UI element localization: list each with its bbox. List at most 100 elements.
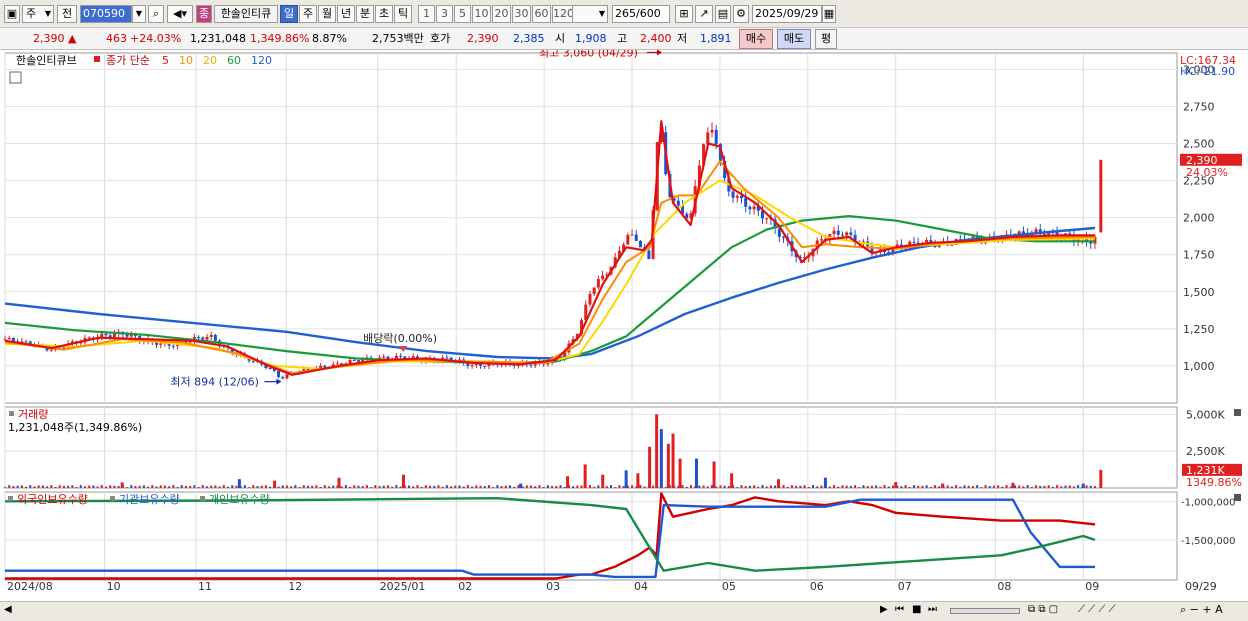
volume-bar <box>201 485 204 488</box>
volume-bar <box>854 485 857 488</box>
candle-body <box>748 206 752 210</box>
stop-icon[interactable]: ■ <box>912 604 921 615</box>
volume-spike <box>666 443 670 488</box>
layout-icon[interactable]: ⧉ ⧉ ▢ <box>1028 604 1058 615</box>
period-2-button[interactable]: 월 <box>318 5 336 23</box>
scroll-left-icon[interactable]: ◀ <box>4 604 12 615</box>
volume-bar <box>420 486 423 488</box>
gear-icon[interactable]: ⚙ <box>733 5 749 23</box>
sell-button[interactable]: 매도 <box>777 29 811 49</box>
buy-button[interactable]: 매수 <box>739 29 773 49</box>
chart-type-icon[interactable]: ⊞ <box>675 5 693 23</box>
first-icon[interactable]: ⏮ <box>895 604 904 615</box>
interval-5-button[interactable]: 30 <box>512 5 531 23</box>
count-field[interactable]: 265/600 <box>612 5 670 23</box>
volume-bar <box>803 485 806 488</box>
holding-tick-label: -1,500,000 <box>1181 536 1236 547</box>
candle-body <box>706 132 710 145</box>
date-field[interactable]: 2025/09/29 <box>752 5 822 23</box>
volume-bar <box>323 485 326 488</box>
legend-item-5: 5 <box>162 54 169 67</box>
volume-bar <box>1005 485 1008 488</box>
interval-0-button[interactable]: 1 <box>418 5 435 23</box>
volume-bar <box>841 485 844 488</box>
volume-bar <box>408 485 411 488</box>
x-axis-label: 12 <box>288 580 302 593</box>
volume-bar <box>1051 486 1054 488</box>
volume-bar <box>997 485 1000 488</box>
period-1-button[interactable]: 주 <box>299 5 317 23</box>
low-annotation: 최저 894 (12/06) <box>170 376 259 389</box>
volume-value-label: 1,231,048주(1,349.86%) <box>8 421 142 434</box>
market-select[interactable]: 주 ▼ <box>22 5 54 23</box>
open-price: 1,908 <box>575 32 607 45</box>
save-icon[interactable]: ▤ <box>715 5 731 23</box>
current-pct-label: 24.03% <box>1186 166 1228 179</box>
candle-body <box>159 343 163 345</box>
code-dropdown-icon[interactable]: ▼ <box>132 5 146 23</box>
volume-bar <box>168 486 171 488</box>
volume-bar <box>248 487 251 488</box>
search-icon[interactable]: ⌕ <box>148 5 164 23</box>
volume-bar <box>252 485 255 488</box>
volume-spike <box>823 477 827 488</box>
volume-bar <box>976 485 979 488</box>
volume-bar <box>610 485 613 488</box>
period-5-button[interactable]: 초 <box>375 5 393 23</box>
grid-toggle-icon <box>9 71 22 84</box>
period-0-button[interactable]: 일 <box>280 5 298 23</box>
volume-bar <box>197 486 200 488</box>
candle-body <box>87 337 91 339</box>
draw-tools-icon[interactable]: ⟋ ⟋ ⟋ ⟋ <box>1078 604 1116 615</box>
interval-6-button[interactable]: 60 <box>532 5 551 23</box>
volume-bar <box>83 486 86 488</box>
period-4-button[interactable]: 분 <box>356 5 374 23</box>
volume-bar <box>1035 485 1038 488</box>
candle-body <box>213 334 217 341</box>
zoom-controls-icon[interactable]: ⌕ − + A <box>1180 603 1223 617</box>
volume-bar <box>113 485 116 488</box>
tools-icon[interactable]: ↗ <box>695 5 713 23</box>
code-input[interactable]: 070590 <box>80 5 132 23</box>
volume-spike <box>601 474 605 488</box>
volume-close-icon <box>1234 409 1241 416</box>
volume-bar <box>163 485 166 488</box>
volume-bar <box>374 485 377 488</box>
volume-bar <box>79 485 82 488</box>
zoom-slider[interactable] <box>950 608 1020 614</box>
volume-bar <box>1022 486 1025 488</box>
volume-bar <box>959 486 962 488</box>
window-icon[interactable]: ▣ <box>4 5 20 23</box>
interval-1-button[interactable]: 3 <box>436 5 453 23</box>
volume-bar <box>189 485 192 488</box>
volume-bar <box>1030 486 1033 488</box>
price-tick-label: 1,500 <box>1183 286 1215 299</box>
x-axis-label: 11 <box>198 580 212 593</box>
calendar-icon[interactable]: ▦ <box>822 5 836 23</box>
prev-button[interactable]: 전 <box>57 5 77 23</box>
count-total: /600 <box>636 7 661 20</box>
eval-button[interactable]: 평 <box>815 29 837 49</box>
scroll-right-icon[interactable]: ▶ <box>880 604 888 615</box>
count-value: 265 <box>615 7 636 20</box>
volume-bar <box>475 485 478 488</box>
candle-body <box>912 241 916 243</box>
candle-body <box>201 337 205 340</box>
chart-scrollbar[interactable]: ◀ ▶ ⏮ ■ ⏭ ⧉ ⧉ ▢ ⟋ ⟋ ⟋ ⟋ ⌕ − + A <box>0 601 1248 621</box>
interval-4-button[interactable]: 20 <box>492 5 511 23</box>
volume-spike <box>1099 469 1103 488</box>
interval-3-button[interactable]: 10 <box>472 5 491 23</box>
volume-spike <box>655 414 659 488</box>
period-3-button[interactable]: 년 <box>337 5 355 23</box>
interval-7-button[interactable]: 120 <box>552 5 574 23</box>
period-6-button[interactable]: 틱 <box>394 5 412 23</box>
last-icon[interactable]: ⏭ <box>928 604 937 615</box>
volume-bar <box>96 486 99 488</box>
interval-2-button[interactable]: 5 <box>454 5 471 23</box>
volume-bar <box>1089 485 1092 488</box>
speaker-icon[interactable]: ◀▾ <box>167 5 193 23</box>
volume-bar <box>950 486 953 488</box>
volume-bar <box>904 485 907 488</box>
legend-item-60: 60 <box>227 54 241 67</box>
count-select[interactable]: ▼ <box>572 5 608 23</box>
